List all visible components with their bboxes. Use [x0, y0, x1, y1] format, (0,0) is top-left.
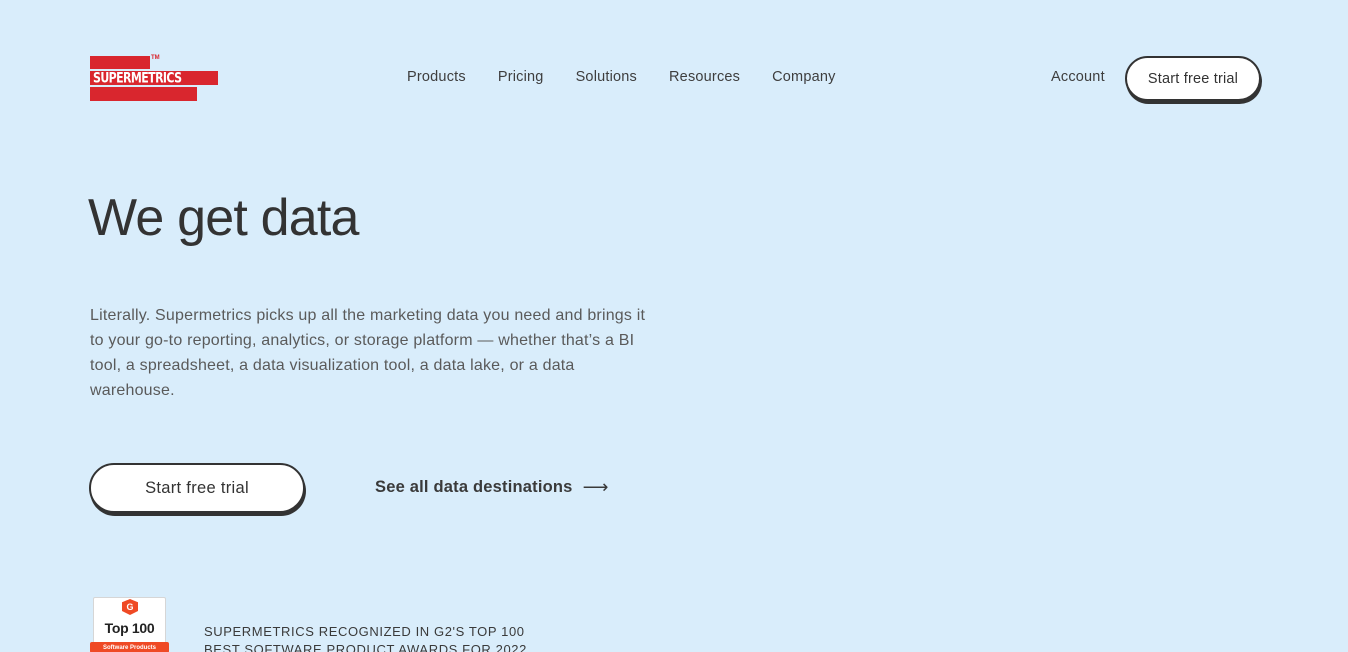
g2-logo-icon: G [122, 599, 138, 615]
award-announcement: SUPERMETRICS RECOGNIZED IN G2'S TOP 100 … [204, 624, 527, 652]
site-header: SUPERMETRICS TM Products Pricing Solutio… [0, 0, 1348, 140]
hero-description: Literally. Supermetrics picks up all the… [90, 307, 646, 399]
hero-title: We get data [88, 189, 359, 247]
logo-bar [90, 56, 150, 69]
nav-item-resources[interactable]: Resources [669, 69, 740, 85]
g2-top100-badge: G Top 100 Software Products [90, 597, 169, 652]
header-start-trial-button[interactable]: Start free trial [1125, 56, 1261, 101]
see-data-destinations-link[interactable]: See all data destinations ⟶ [375, 477, 609, 498]
badge-ribbon: Software Products [90, 642, 169, 652]
main-nav: Products Pricing Solutions Resources Com… [407, 69, 868, 85]
account-link[interactable]: Account [1051, 69, 1105, 85]
logo-trademark: TM [151, 55, 160, 61]
nav-item-company[interactable]: Company [772, 69, 835, 85]
logo-bar [90, 87, 197, 101]
supermetrics-logo[interactable]: SUPERMETRICS TM [90, 55, 220, 102]
see-data-destinations-label: See all data destinations [375, 478, 573, 496]
badge-title: Top 100 [104, 620, 155, 636]
arrow-right-icon: ⟶ [582, 477, 609, 497]
nav-item-pricing[interactable]: Pricing [498, 69, 544, 85]
logo-wordmark: SUPERMETRICS [93, 70, 182, 87]
nav-item-solutions[interactable]: Solutions [576, 69, 637, 85]
nav-item-products[interactable]: Products [407, 69, 466, 85]
hero-start-trial-button[interactable]: Start free trial [89, 463, 305, 513]
